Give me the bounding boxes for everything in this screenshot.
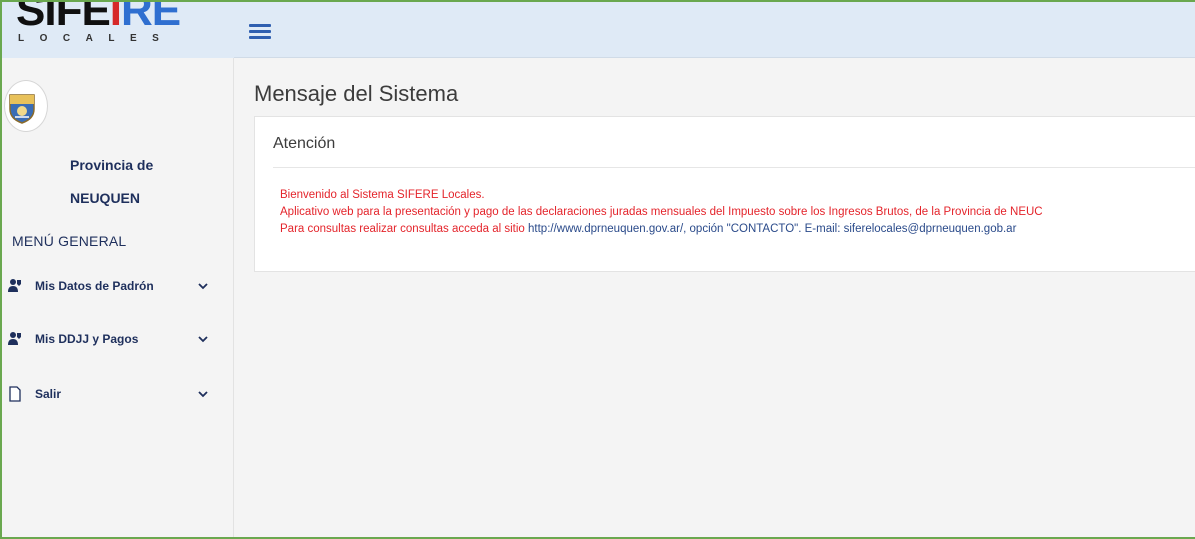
province-name: NEUQUEN: [70, 190, 141, 206]
welcome-message: Bienvenido al Sistema SIFERE Locales.: [280, 189, 485, 201]
contact-message: Para consultas realizar consultas acceda…: [280, 223, 1016, 235]
contact-link[interactable]: http://www.dprneuquen.gov.ar/, opción "C…: [528, 223, 1016, 235]
app-window: SIFEIRE LOCALES Provincia de NEUQUEN MEN…: [0, 0, 1195, 539]
menu-toggle-icon[interactable]: [249, 24, 271, 40]
chevron-down-icon: [198, 283, 208, 290]
sidebar-item-mis-datos-de-padron[interactable]: Mis Datos de Padrón: [2, 272, 232, 302]
avatar: [4, 80, 48, 132]
sidebar: SIFEIRE LOCALES Provincia de NEUQUEN MEN…: [2, 2, 234, 537]
sidebar-item-label: Mis DDJJ y Pagos: [35, 332, 139, 346]
logo-wordmark: SIFEIRE: [16, 2, 181, 35]
top-bar: [234, 2, 1195, 58]
province-seal-icon: [9, 94, 35, 124]
description-message: Aplicativo web para la presentación y pa…: [280, 206, 1043, 218]
divider: [273, 167, 1195, 168]
sidebar-item-salir[interactable]: Salir: [2, 380, 232, 410]
chevron-down-icon: [198, 391, 208, 398]
sidebar-item-mis-ddjj-y-pagos[interactable]: Mis DDJJ y Pagos: [2, 325, 232, 355]
message-panel: Atención Bienvenido al Sistema SIFERE Lo…: [254, 116, 1195, 272]
menu-title: MENÚ GENERAL: [12, 233, 127, 249]
user-pin-icon: [8, 279, 21, 292]
logo-subtitle: LOCALES: [18, 33, 175, 44]
user-pin-icon: [8, 332, 21, 345]
page-title: Mensaje del Sistema: [254, 81, 459, 106]
main-content: Mensaje del Sistema Atención Bienvenido …: [234, 58, 1195, 537]
logo[interactable]: SIFEIRE LOCALES: [2, 2, 234, 58]
sidebar-item-label: Mis Datos de Padrón: [35, 279, 154, 293]
chevron-down-icon: [198, 336, 208, 343]
contact-prefix: Para consultas realizar consultas acceda…: [280, 223, 529, 235]
sidebar-item-label: Salir: [35, 387, 62, 401]
document-icon: [9, 386, 21, 402]
province-label: Provincia de: [70, 157, 154, 173]
panel-heading: Atención: [273, 135, 336, 152]
